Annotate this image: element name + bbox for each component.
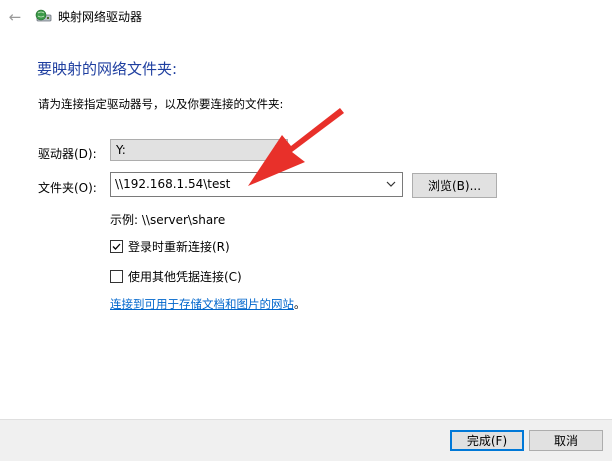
reconnect-checkbox-row[interactable]: 登录时重新连接(R) (110, 238, 230, 255)
folder-path-value: \\192.168.1.54\test (115, 177, 231, 191)
finish-button[interactable]: 完成(F) (450, 430, 524, 451)
reconnect-checkbox[interactable] (110, 240, 123, 253)
title-bar: ← 映射网络驱动器 (0, 0, 612, 34)
window-title: 映射网络驱动器 (58, 10, 143, 24)
instruction-text: 请为连接指定驱动器号，以及你要连接的文件夹: (38, 97, 284, 111)
chevron-down-icon: ∨ (273, 143, 281, 154)
folder-label: 文件夹(O): (38, 181, 97, 195)
drive-letter-select[interactable]: Y: ∨ (110, 139, 288, 161)
back-button[interactable]: ← (4, 6, 26, 28)
back-arrow-icon: ← (8, 8, 22, 26)
chevron-down-icon[interactable] (384, 177, 398, 191)
browse-button[interactable]: 浏览(B)... (412, 173, 497, 198)
cancel-button[interactable]: 取消 (529, 430, 603, 451)
storage-website-link-row: 连接到可用于存储文档和图片的网站。 (110, 296, 306, 312)
link-period: 。 (294, 297, 306, 311)
example-text: 示例: \\server\share (110, 213, 226, 227)
network-drive-icon (35, 9, 52, 22)
other-credentials-checkbox-row[interactable]: 使用其他凭据连接(C) (110, 268, 242, 285)
dialog-footer: 完成(F) 取消 (0, 419, 612, 461)
drive-label: 驱动器(D): (38, 147, 97, 161)
drive-letter-value: Y: (116, 143, 126, 157)
reconnect-label: 登录时重新连接(R) (128, 240, 230, 254)
checkmark-icon (112, 243, 121, 250)
folder-path-combobox[interactable]: \\192.168.1.54\test (110, 172, 403, 197)
other-credentials-label: 使用其他凭据连接(C) (128, 270, 242, 284)
storage-website-link[interactable]: 连接到可用于存储文档和图片的网站 (110, 297, 294, 311)
other-credentials-checkbox[interactable] (110, 270, 123, 283)
page-heading: 要映射的网络文件夹: (37, 60, 178, 78)
